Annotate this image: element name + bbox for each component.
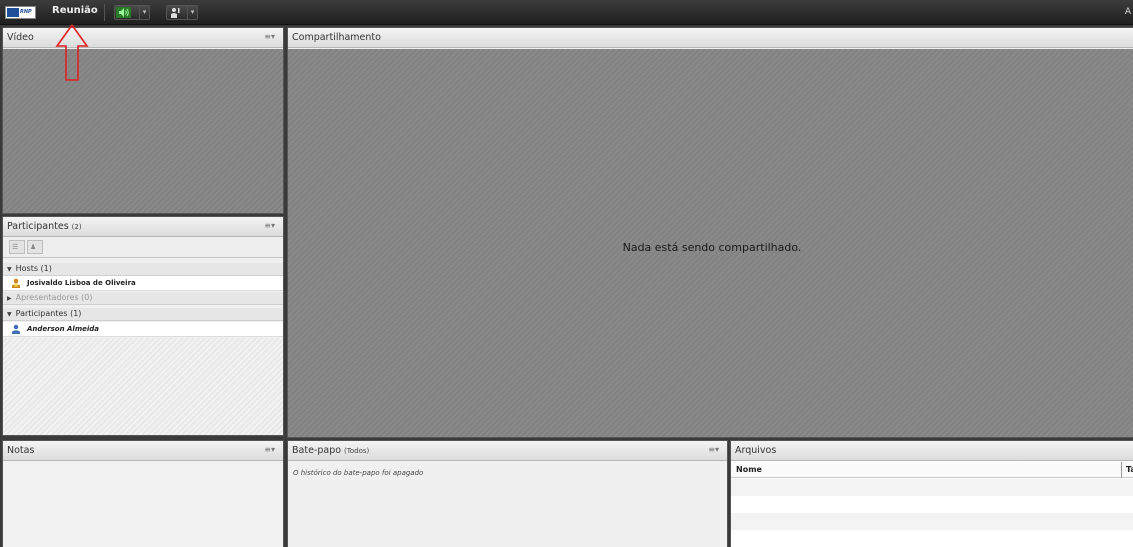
chat-history-message: O histórico do bate-papo foi apagado — [293, 469, 424, 477]
table-row — [731, 496, 1133, 513]
group-participants[interactable]: ▼ Participantes (1) — [3, 308, 283, 321]
participants-pod: Participantes (2) ≡▾ ☰ ♟ ▼ Hosts (1) Josiv… — [2, 216, 284, 436]
video-pod-title: Vídeo — [7, 32, 34, 43]
share-pod: Compartilhamento Nada está sendo compart… — [287, 27, 1133, 438]
share-empty-message: Nada está sendo compartilhado. — [622, 241, 802, 254]
notes-pod-header: Notas ≡▾ — [3, 441, 283, 461]
share-area: Nada está sendo compartilhado. — [288, 49, 1133, 437]
pod-menu-icon[interactable]: ≡▾ — [264, 32, 275, 41]
column-header-name[interactable]: Nome — [736, 465, 762, 474]
speaker-icon — [116, 7, 131, 18]
pod-menu-icon[interactable]: ≡▾ — [264, 445, 275, 454]
participant-row[interactable]: Anderson Almeida — [3, 322, 283, 337]
share-pod-header: Compartilhamento — [288, 28, 1133, 48]
table-row — [731, 479, 1133, 496]
table-row — [731, 530, 1133, 547]
files-table-header: Nome Ta — [731, 462, 1133, 478]
notes-pod-title: Notas — [7, 445, 35, 456]
attendee-status-button[interactable]: ♟ — [27, 240, 43, 254]
share-pod-title: Compartilhamento — [292, 32, 381, 43]
video-pod: Vídeo ≡▾ — [2, 27, 284, 214]
chat-pod-title: Bate-papo (Todos) — [292, 445, 370, 456]
menu-reuniao[interactable]: Reunião — [52, 5, 98, 16]
rnp-logo: RNP — [5, 6, 36, 19]
status-button[interactable]: ▾ — [166, 5, 198, 20]
group-hosts[interactable]: ▼ Hosts (1) — [3, 263, 283, 276]
chat-pod-header: Bate-papo (Todos) ≡▾ — [288, 441, 727, 461]
column-header-size[interactable]: Ta — [1121, 462, 1133, 478]
annotation-arrow-icon — [55, 24, 89, 81]
notes-area[interactable] — [3, 462, 283, 547]
speaker-dropdown-icon[interactable]: ▾ — [139, 6, 149, 19]
participants-empty-area — [3, 338, 283, 435]
notes-pod: Notas ≡▾ — [2, 440, 284, 547]
menu-divider — [104, 4, 105, 21]
video-pod-header: Vídeo ≡▾ — [3, 28, 283, 48]
participant-row[interactable]: Josivaldo Lisboa de Oliveira — [3, 276, 283, 291]
group-presenters[interactable]: ▶ Apresentadores (0) — [3, 292, 283, 305]
participants-pod-header: Participantes (2) ≡▾ — [3, 217, 283, 237]
participants-toolbar: ☰ ♟ — [3, 237, 283, 258]
participant-user-icon — [12, 324, 20, 334]
files-pod-header: Arquivos — [731, 441, 1133, 461]
files-pod-title: Arquivos — [735, 445, 777, 456]
list-view-button[interactable]: ☰ — [9, 240, 25, 254]
host-user-icon — [12, 278, 20, 288]
status-dropdown-icon[interactable]: ▾ — [187, 6, 197, 19]
chat-pod: Bate-papo (Todos) ≡▾ O histórico do bate-… — [287, 440, 728, 547]
pod-menu-icon[interactable]: ≡▾ — [264, 221, 275, 230]
files-pod: Arquivos Nome Ta — [730, 440, 1133, 547]
speaker-button[interactable]: ▾ — [114, 5, 150, 20]
video-area — [3, 49, 283, 213]
top-menu-bar: RNP Reunião ▾ ▾ A — [0, 0, 1133, 25]
table-row — [731, 513, 1133, 530]
participants-pod-title: Participantes (2) — [7, 221, 82, 232]
pod-menu-icon[interactable]: ≡▾ — [708, 445, 719, 454]
topbar-right-label[interactable]: A — [1125, 7, 1131, 17]
raise-hand-icon — [171, 8, 180, 18]
